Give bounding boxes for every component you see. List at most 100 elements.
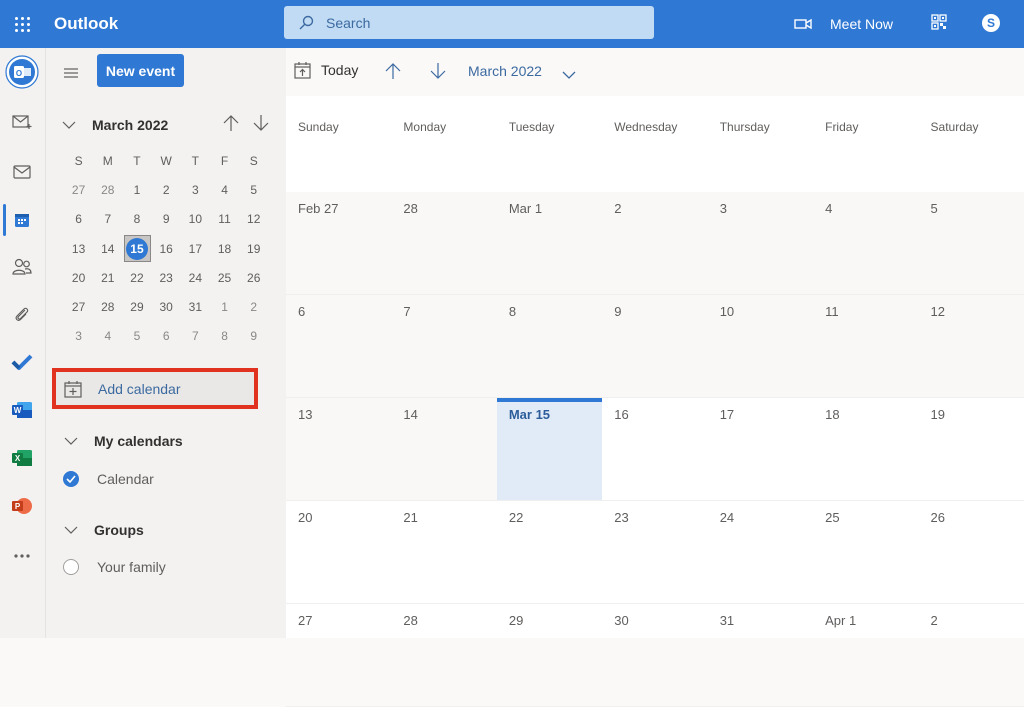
day-cell[interactable]: 21	[391, 501, 496, 603]
calendar-list-item[interactable]: Your family	[63, 559, 166, 575]
mini-calendar-day[interactable]: 1	[122, 175, 151, 204]
day-cell[interactable]: Apr 1	[813, 604, 918, 706]
new-mail-button[interactable]	[0, 102, 44, 142]
day-cell[interactable]: 24	[708, 501, 813, 603]
excel-button[interactable]: X	[0, 438, 44, 478]
mini-calendar-day[interactable]: 22	[122, 263, 151, 292]
meet-now-button[interactable]: Meet Now	[794, 0, 893, 48]
day-cell[interactable]: 9	[602, 295, 708, 397]
mini-calendar-day[interactable]: 24	[181, 263, 210, 292]
mini-calendar-day[interactable]: 27	[64, 292, 93, 321]
skype-icon[interactable]: S	[982, 14, 1000, 32]
day-cell[interactable]: 13	[286, 398, 392, 500]
day-cell[interactable]: 27	[286, 604, 391, 706]
mini-calendar-day[interactable]: 3	[64, 322, 93, 351]
mini-calendar-day[interactable]: 18	[210, 234, 239, 263]
app-title[interactable]: Outlook	[54, 14, 274, 34]
day-cell[interactable]: 8	[496, 295, 603, 397]
app-launcher-button[interactable]	[0, 0, 44, 48]
day-cell[interactable]: 6	[286, 295, 392, 397]
mini-calendar-day[interactable]: 8	[210, 322, 239, 351]
day-cell[interactable]: 20	[286, 501, 391, 603]
mini-calendar-day[interactable]: 7	[93, 205, 122, 234]
new-event-button[interactable]: New event	[97, 54, 184, 87]
day-cell[interactable]: 19	[919, 398, 1024, 500]
mini-calendar-day[interactable]: 6	[152, 322, 181, 351]
day-cell[interactable]: 2	[919, 604, 1024, 706]
day-cell[interactable]: 23	[602, 501, 707, 603]
mini-calendar-day[interactable]: 20	[64, 263, 93, 292]
day-cell[interactable]: 22	[497, 501, 602, 603]
day-cell[interactable]: 10	[707, 295, 814, 397]
chevron-down-icon[interactable]	[62, 121, 76, 129]
mini-calendar-day-selected[interactable]: 15	[122, 234, 152, 263]
groups-section-header[interactable]: Groups	[64, 522, 144, 538]
mini-calendar-day[interactable]: 4	[210, 175, 239, 204]
day-cell[interactable]: 14	[391, 398, 497, 500]
day-cell[interactable]: 29	[497, 604, 602, 706]
day-cell[interactable]: 28	[391, 192, 497, 294]
previous-month-arrow-icon[interactable]	[222, 114, 240, 132]
day-cell[interactable]: Mar 1	[496, 192, 603, 294]
files-button[interactable]	[0, 295, 44, 335]
mini-calendar-day[interactable]: 25	[210, 263, 239, 292]
mini-calendar-day[interactable]: 21	[93, 263, 122, 292]
mini-calendar-day[interactable]: 14	[93, 234, 122, 263]
word-button[interactable]: W	[0, 390, 44, 430]
next-month-arrow-icon[interactable]	[252, 114, 270, 132]
mini-calendar-day[interactable]: 26	[239, 263, 268, 292]
mini-calendar-day[interactable]: 6	[64, 205, 93, 234]
mini-calendar-day[interactable]: 28	[93, 175, 122, 204]
day-cell[interactable]: 7	[391, 295, 497, 397]
mini-calendar-day[interactable]: 23	[152, 263, 181, 292]
day-cell[interactable]: 18	[813, 398, 918, 500]
calendar-list-item[interactable]: Calendar	[63, 471, 154, 487]
people-button[interactable]	[0, 247, 44, 287]
month-selector[interactable]: March 2022	[468, 63, 542, 79]
mini-calendar-day[interactable]: 2	[152, 175, 181, 204]
mini-calendar-day[interactable]: 5	[239, 175, 268, 204]
mini-calendar-day[interactable]: 4	[93, 322, 122, 351]
mini-calendar-day[interactable]: 1	[210, 292, 239, 321]
my-calendars-section-header[interactable]: My calendars	[64, 433, 183, 449]
mini-calendar-day[interactable]: 27	[64, 175, 93, 204]
todo-button[interactable]	[0, 342, 44, 382]
collapse-pane-button[interactable]	[64, 65, 78, 83]
day-cell[interactable]: 11	[813, 295, 919, 397]
day-cell[interactable]: 12	[918, 295, 1024, 397]
mini-calendar-day[interactable]: 30	[152, 292, 181, 321]
qr-code-button[interactable]	[931, 14, 947, 35]
day-cell[interactable]: 28	[391, 604, 496, 706]
day-cell[interactable]: 4	[813, 192, 919, 294]
next-month-button[interactable]	[429, 62, 447, 83]
mini-calendar-day[interactable]: 7	[181, 322, 210, 351]
previous-month-button[interactable]	[384, 62, 402, 83]
day-cell[interactable]: 3	[707, 192, 814, 294]
day-cell[interactable]: Feb 27	[286, 192, 392, 294]
day-cell[interactable]: 25	[813, 501, 918, 603]
mini-calendar-day[interactable]: 12	[239, 205, 268, 234]
day-cell[interactable]: 2	[602, 192, 708, 294]
mini-calendar-day[interactable]: 16	[152, 234, 181, 263]
search-input[interactable]: Search	[284, 6, 654, 39]
mini-calendar-day[interactable]: 11	[210, 205, 239, 234]
mini-calendar-day[interactable]: 28	[93, 292, 122, 321]
mini-calendar-day[interactable]: 3	[181, 175, 210, 204]
outlook-app-button[interactable]: O	[0, 52, 44, 92]
calendar-button[interactable]	[0, 200, 44, 240]
mini-calendar-day[interactable]: 17	[181, 234, 210, 263]
day-cell[interactable]: 31	[708, 604, 813, 706]
mail-button[interactable]	[0, 152, 44, 192]
mini-calendar-day[interactable]: 5	[122, 322, 151, 351]
checked-circle-icon[interactable]	[63, 471, 79, 487]
mini-calendar-day[interactable]: 2	[239, 292, 268, 321]
day-cell[interactable]: 16	[602, 398, 707, 500]
mini-calendar-day[interactable]: 10	[181, 205, 210, 234]
mini-calendar-day[interactable]: 9	[152, 205, 181, 234]
day-cell[interactable]: 5	[918, 192, 1024, 294]
day-cell[interactable]: 26	[919, 501, 1024, 603]
month-dropdown-button[interactable]	[562, 66, 576, 82]
mini-calendar-day[interactable]: 9	[239, 322, 268, 351]
more-apps-button[interactable]	[0, 536, 44, 576]
day-cell[interactable]: 30	[602, 604, 707, 706]
